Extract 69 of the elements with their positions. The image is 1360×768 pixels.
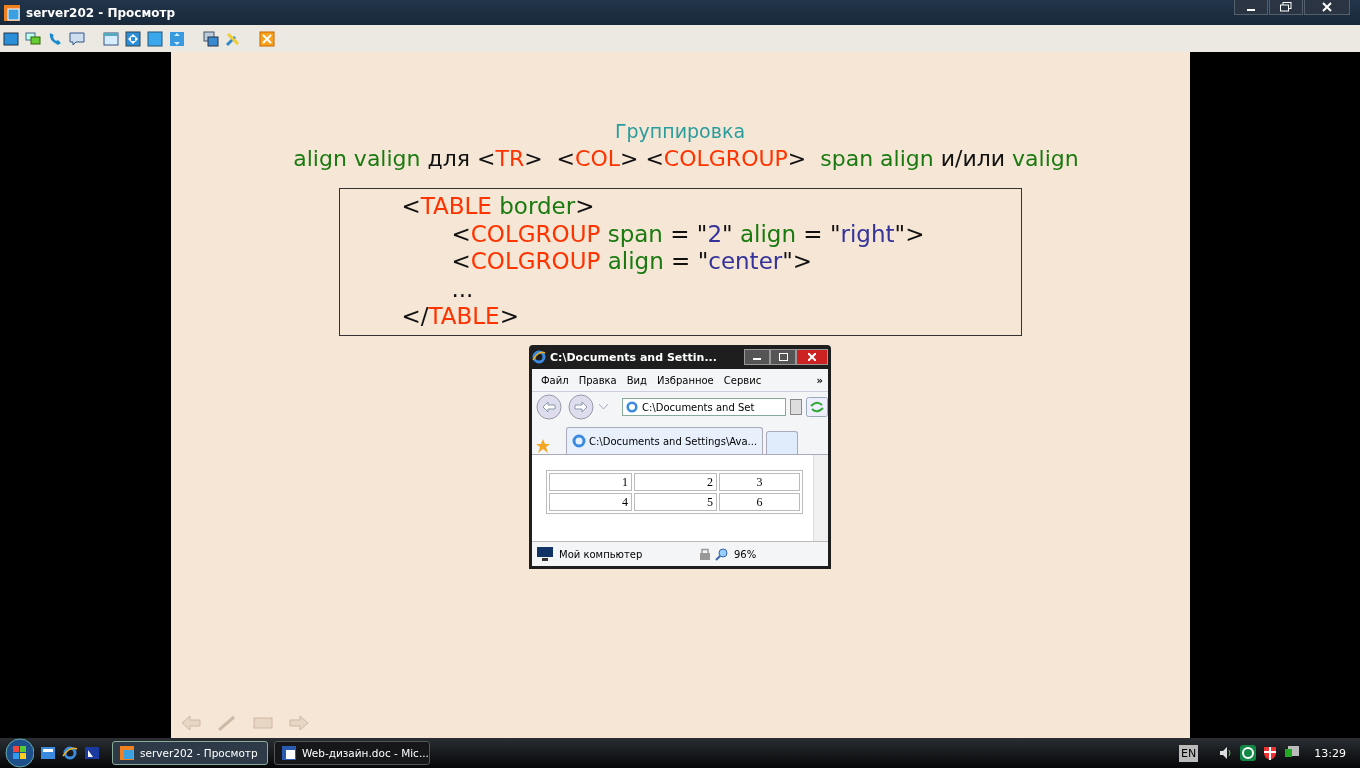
desktop-icon[interactable] (40, 745, 56, 761)
language-indicator[interactable]: EN (1179, 744, 1199, 762)
table-cell: 2 (634, 473, 717, 491)
lock-icon (700, 548, 710, 560)
table-cell: 4 (549, 493, 632, 511)
minimize-button[interactable] (744, 349, 770, 365)
app-logo-icon (119, 745, 135, 761)
back-button[interactable] (535, 394, 563, 420)
new-tab-button[interactable] (766, 431, 799, 454)
shield-icon[interactable] (1262, 745, 1279, 761)
monitor-icon[interactable] (3, 30, 19, 47)
code-line: <TABLE border> (401, 193, 595, 221)
menu-item[interactable]: Избранное (652, 374, 719, 386)
resize-icon[interactable] (169, 30, 185, 47)
clock: 13:29 (1314, 746, 1346, 760)
slide-subtitle: align valign для <TR> <COL> <COLGROUP> span align и/или valign (293, 146, 1079, 173)
table-cell: 1 (549, 473, 632, 491)
window-title: server202 - Просмотр (26, 5, 177, 20)
app-logo-icon (4, 4, 20, 21)
table-cell: 6 (719, 493, 800, 511)
minimize-button[interactable] (1234, 0, 1268, 15)
menu-item[interactable]: Правка (573, 374, 622, 386)
taskbar-button[interactable]: Web-дизайн.doc - Mic... (274, 741, 430, 765)
close-icon (808, 353, 816, 361)
window-icon[interactable] (103, 30, 119, 47)
windows-icon[interactable] (203, 30, 219, 47)
address-dropdown-button[interactable] (790, 399, 802, 415)
table-cell: 5 (634, 493, 717, 511)
close-icon[interactable] (259, 30, 275, 47)
square-icon[interactable] (147, 30, 163, 47)
zoom-level[interactable]: 96% (734, 548, 757, 560)
document-icon (281, 745, 297, 761)
close-icon (1322, 2, 1332, 12)
minimize-icon (1247, 9, 1255, 11)
menu-item[interactable]: Файл (536, 374, 574, 386)
code-line: <COLGROUP span = "2" align = "right"> (451, 220, 925, 248)
speech-bubble-icon[interactable] (69, 30, 85, 47)
fit-screen-icon[interactable] (125, 30, 141, 47)
maximize-button[interactable] (770, 349, 796, 365)
browser-logo-icon (532, 350, 546, 364)
close-button[interactable] (796, 349, 828, 365)
chat-bubbles-icon[interactable] (25, 30, 41, 47)
code-line: <COLGROUP align = "center"> (451, 248, 813, 276)
code-line: ... (451, 275, 474, 303)
menu-item[interactable]: Сервис (718, 374, 767, 386)
close-button[interactable] (1304, 0, 1350, 15)
forward-button[interactable] (567, 394, 595, 420)
code-line: </TABLE> (401, 303, 519, 331)
scrollbar[interactable] (813, 455, 828, 541)
tools-icon[interactable] (225, 30, 241, 47)
address-field[interactable]: C:\Documents and Set (622, 398, 786, 416)
browser-tab[interactable]: C:\Documents and Settings\Ava... (566, 427, 764, 454)
ring-icon[interactable] (1240, 745, 1257, 761)
status-text: Мой компьютер (559, 548, 644, 560)
menu-item[interactable]: Вид (621, 374, 652, 386)
taskbar-button[interactable]: server202 - Просмотр (112, 741, 268, 765)
restore-icon (1280, 2, 1292, 12)
star-icon[interactable] (535, 438, 551, 454)
zoom-icon[interactable] (715, 547, 729, 561)
restore-button[interactable] (1269, 0, 1303, 15)
menu-overflow-button[interactable]: » (811, 374, 828, 386)
slide-title: Группировка (614, 120, 746, 144)
refresh-button[interactable] (806, 397, 828, 417)
browser-logo-icon[interactable] (62, 745, 78, 761)
table-cell: 3 (719, 473, 800, 491)
browser-title: C:\Documents and Settin... (550, 350, 718, 364)
computer-icon (536, 547, 554, 561)
maximize-icon (778, 353, 788, 361)
phone-icon[interactable] (47, 30, 63, 47)
